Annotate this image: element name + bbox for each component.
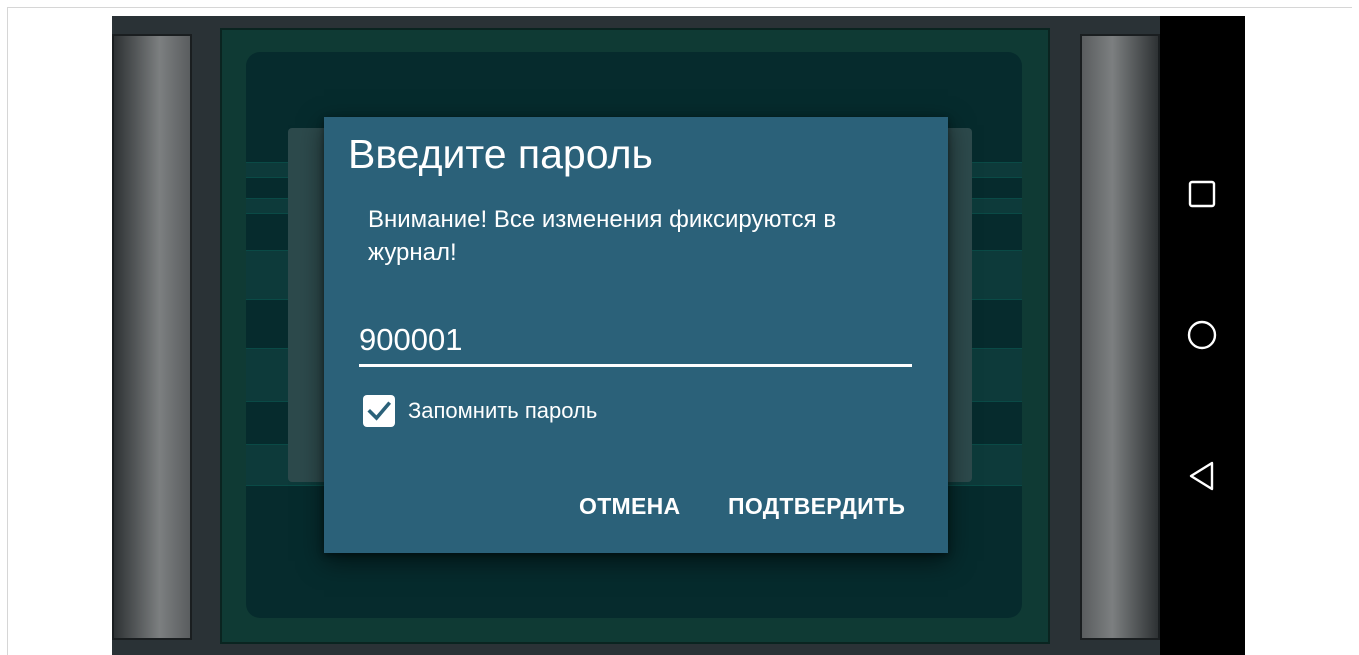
home-icon	[1187, 320, 1217, 350]
device-screen: Введите пароль Внимание! Все изменения ф…	[112, 16, 1160, 655]
left-side-panel	[112, 34, 192, 640]
password-dialog: Введите пароль Внимание! Все изменения ф…	[324, 117, 948, 553]
back-button[interactable]	[1182, 456, 1222, 496]
android-nav-bar	[1160, 16, 1245, 655]
dialog-message: Внимание! Все изменения фиксируются в жу…	[368, 206, 837, 266]
back-icon	[1189, 461, 1214, 491]
checkmark-icon	[367, 401, 392, 421]
recent-apps-button[interactable]	[1182, 174, 1222, 214]
cancel-button[interactable]: ОТМЕНА	[571, 486, 688, 526]
dialog-title: Введите пароль	[348, 131, 653, 177]
home-button[interactable]	[1182, 315, 1222, 355]
right-side-panel	[1080, 34, 1160, 640]
password-input[interactable]	[359, 317, 912, 367]
confirm-button[interactable]: ПОДТВЕРДИТЬ	[720, 486, 913, 526]
remember-password-checkbox-row[interactable]: Запомнить пароль	[363, 394, 597, 428]
recent-apps-icon	[1188, 180, 1216, 208]
remember-password-label: Запомнить пароль	[408, 398, 598, 423]
remember-password-checkbox[interactable]	[363, 395, 395, 427]
